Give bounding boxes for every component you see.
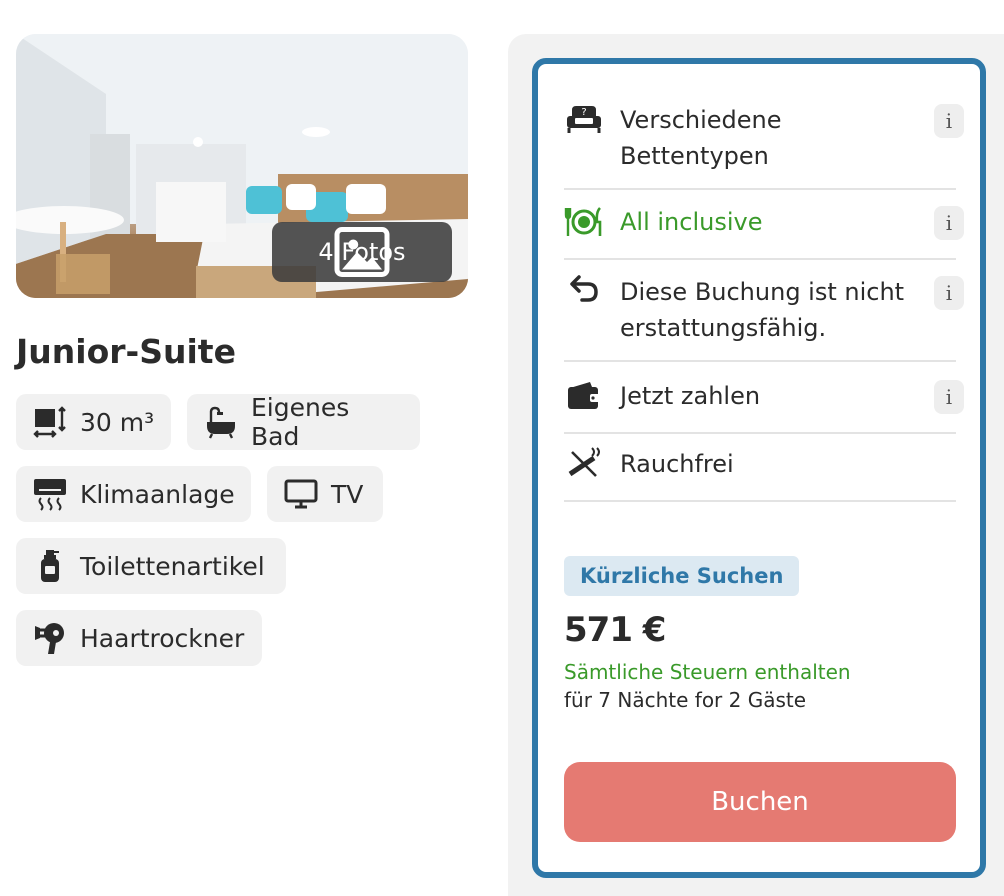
toiletries-icon [41,550,59,582]
amenity-label: 30 m³ [80,407,155,437]
undo-arrow-icon [570,275,598,302]
feature-text: Diese Buchung ist nicht erstattungsfähig… [620,278,905,342]
feature-text: All inclusive [620,208,763,236]
bed-question-icon: ? [567,106,601,133]
info-button[interactable]: i [934,206,964,240]
amenity-tv: TV [267,466,383,522]
room-size-icon [33,406,66,438]
feature-text: Rauchfrei [620,450,734,478]
book-button[interactable]: Buchen [564,762,956,842]
feature-text: Verschiedene Bettentypen [620,106,782,170]
feature-cancellation: Diese Buchung ist nicht erstattungsfähig… [564,274,964,362]
meal-icon [564,207,602,236]
no-smoking-icon [568,447,600,477]
amenity-hairdryer: Haartrockner [16,610,262,666]
photos-button[interactable]: 4 Fotos [272,222,452,282]
amenity-bathroom: Eigenes Bad [187,393,420,451]
amenity-air-conditioning: Klimaanlage [16,466,251,522]
amenity-label: Haartrockner [80,623,245,653]
amenity-label: Toilettenartikel [80,551,265,581]
stay-note: für 7 Nächte for 2 Gäste [564,688,807,712]
image-icon [334,227,390,277]
amenity-toiletries: Toilettenartikel [16,538,286,594]
bathtub-icon [207,406,235,439]
room-title: Junior-Suite [16,332,236,371]
recent-searches-badge: Kürzliche Suchen [564,556,800,596]
amenity-label: Klimaanlage [80,479,235,509]
info-button[interactable]: i [934,104,964,138]
feature-text: Jetzt zahlen [620,382,761,410]
wallet-icon [568,382,600,409]
room-photo[interactable]: 4 Fotos [16,34,468,298]
hairdryer-icon [35,623,64,654]
feature-board: All inclusive i [564,204,964,260]
feature-bed-types: ? Verschiedene Bettentypen i [564,102,964,190]
info-button[interactable]: i [934,380,964,414]
price: 571 € [564,610,666,650]
offer-card: ? Verschiedene Bettentypen i All inclusi… [532,58,986,878]
amenity-room-size: 30 m³ [16,394,171,450]
amenity-label: Eigenes Bad [251,393,350,451]
tax-note: Sämtliche Steuern enthalten [564,660,851,684]
tv-icon [284,479,318,509]
feature-smoking: Rauchfrei [564,446,956,502]
info-button[interactable]: i [934,276,964,310]
feature-payment: Jetzt zahlen i [564,378,964,434]
air-conditioning-icon [34,479,66,511]
amenity-label: TV [331,479,364,509]
